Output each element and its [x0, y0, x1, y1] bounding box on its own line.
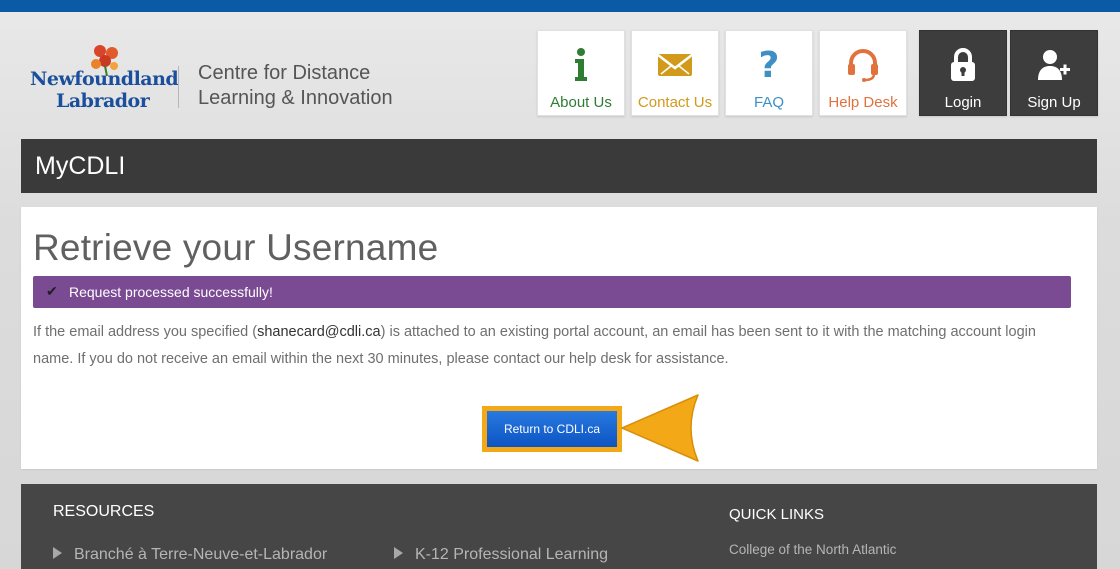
section-title: MyCDLI	[35, 152, 126, 180]
lock-icon	[920, 45, 1006, 85]
logo-text-newfoundland: Newfoundland	[30, 68, 179, 90]
button-highlight: Return to CDLI.ca	[482, 406, 622, 452]
return-to-cdli-button[interactable]: Return to CDLI.ca	[487, 411, 617, 447]
headset-icon	[820, 45, 906, 85]
question-icon: ?	[758, 44, 780, 86]
logo-text-labrador: Labrador	[56, 90, 150, 112]
triangle-bullet-icon	[53, 547, 62, 559]
triangle-bullet-icon	[394, 547, 403, 559]
resource-link-label: K-12 Professional Learning	[415, 546, 609, 563]
org-name: Centre for Distance Learning & Innovatio…	[198, 62, 393, 109]
result-message: If the email address you specified (shan…	[33, 319, 1073, 373]
logo-divider	[178, 66, 179, 108]
info-icon	[538, 45, 624, 85]
checkmark-icon: ✔	[46, 283, 58, 299]
page-title: Retrieve your Username	[33, 227, 439, 268]
section-title-bar: MyCDLI	[21, 139, 1097, 193]
message-text-start: If the email address you specified (	[33, 324, 258, 340]
resource-link-k12[interactable]: K-12 Professional Learning	[394, 546, 608, 564]
pointer-arrow-icon	[621, 394, 699, 462]
nav-label: FAQ	[753, 94, 784, 111]
nav-faq[interactable]: ? FAQ	[725, 30, 813, 116]
quick-links-heading: QUICK LINKS	[729, 506, 825, 523]
footer: RESOURCES Branché à Terre-Neuve-et-Labra…	[21, 484, 1097, 569]
add-user-icon	[1011, 45, 1097, 85]
nav-label: Contact Us	[637, 94, 713, 111]
nav-about-us[interactable]: About Us	[537, 30, 625, 116]
success-alert: ✔ Request processed successfully!	[33, 276, 1071, 308]
nav-label: Login	[944, 94, 982, 111]
main-panel: Retrieve your Username ✔ Request process…	[21, 207, 1097, 469]
nav-login[interactable]: Login	[919, 30, 1007, 116]
nav-label: Sign Up	[1027, 94, 1081, 111]
nav-help-desk[interactable]: Help Desk	[819, 30, 907, 116]
nl-logo[interactable]: Newfoundland Labrador	[28, 42, 179, 116]
email-address: shanecard@cdli.ca	[257, 324, 381, 340]
top-bar	[0, 0, 1120, 12]
resource-link-branche[interactable]: Branché à Terre-Neuve-et-Labrador	[53, 546, 327, 564]
quick-link-cna[interactable]: College of the North Atlantic	[729, 542, 896, 557]
nav-sign-up[interactable]: Sign Up	[1010, 30, 1098, 116]
nav-contact-us[interactable]: Contact Us	[631, 30, 719, 116]
resources-heading: RESOURCES	[53, 503, 155, 520]
nav-label: Help Desk	[828, 94, 898, 111]
resource-link-label: Branché à Terre-Neuve-et-Labrador	[74, 546, 328, 563]
envelope-icon	[632, 45, 718, 85]
nav-label: About Us	[550, 94, 612, 111]
alert-message: Request processed successfully!	[69, 284, 273, 300]
